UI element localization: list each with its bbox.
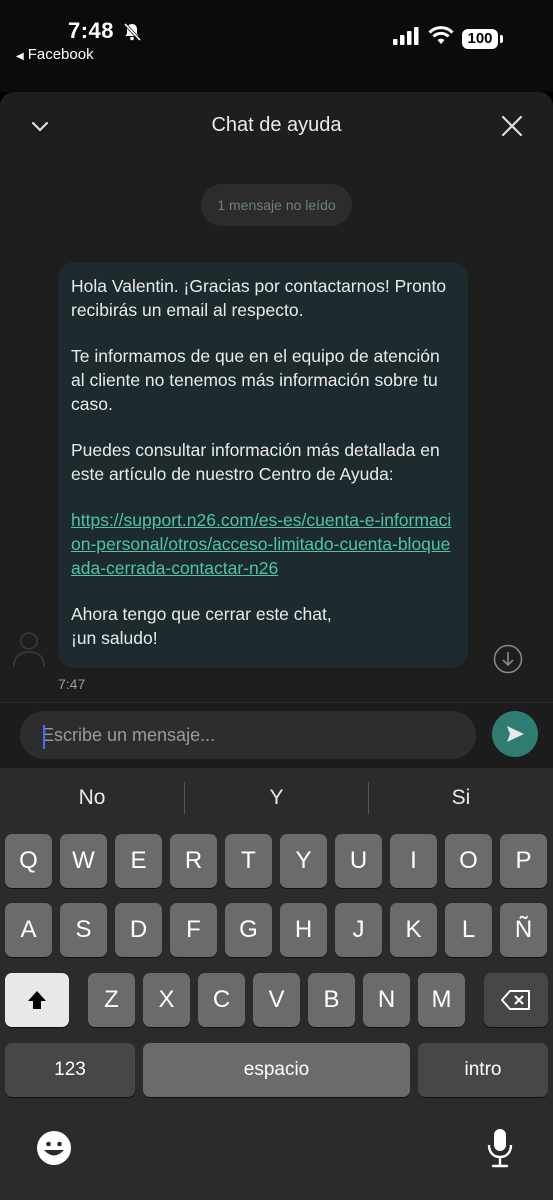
key-h[interactable]: H — [280, 903, 327, 957]
help-article-link[interactable]: https://support.n26.com/es-es/cuenta-e-i… — [71, 510, 451, 578]
send-icon — [507, 726, 524, 742]
scroll-down-icon[interactable] — [493, 644, 523, 674]
key-q[interactable]: Q — [5, 834, 52, 888]
unread-badge: 1 mensaje no leído — [201, 184, 352, 226]
key-c[interactable]: C — [198, 973, 245, 1027]
emoji-icon[interactable] — [36, 1130, 72, 1166]
key-t[interactable]: T — [225, 834, 272, 888]
key-m[interactable]: M — [418, 973, 465, 1027]
key-a[interactable]: A — [5, 903, 52, 957]
key-x[interactable]: X — [143, 973, 190, 1027]
space-key[interactable]: espacio — [143, 1043, 410, 1097]
backspace-key[interactable] — [484, 973, 548, 1027]
key-r[interactable]: R — [170, 834, 217, 888]
key-y[interactable]: Y — [280, 834, 327, 888]
key-b[interactable]: B — [308, 973, 355, 1027]
message-paragraph: Ahora tengo que cerrar este chat, — [71, 604, 332, 624]
key-u[interactable]: U — [335, 834, 382, 888]
mic-icon[interactable] — [486, 1128, 514, 1168]
battery-indicator: 100 — [462, 29, 498, 49]
key-enye[interactable]: Ñ — [500, 903, 547, 957]
key-e[interactable]: E — [115, 834, 162, 888]
send-button[interactable] — [492, 711, 538, 757]
back-to-app-link[interactable]: ◀ Facebook — [16, 46, 94, 63]
help-chat-sheet: Chat de ayuda 1 mensaje no leído Hola Va… — [0, 92, 553, 769]
close-icon[interactable] — [498, 112, 526, 140]
back-app-label: Facebook — [27, 46, 94, 63]
wifi-icon — [428, 26, 454, 44]
message-timestamp: 7:47 — [58, 676, 86, 692]
message-paragraph: Hola Valentin. ¡Gracias por contactarnos… — [71, 276, 447, 320]
shift-icon — [28, 991, 46, 1009]
suggestion-3[interactable]: Si — [369, 768, 553, 828]
message-paragraph: Puedes consultar información más detalla… — [71, 440, 440, 484]
key-j[interactable]: J — [335, 903, 382, 957]
message-composer — [0, 702, 553, 769]
shift-key[interactable] — [5, 973, 69, 1027]
key-o[interactable]: O — [445, 834, 492, 888]
message-input[interactable] — [20, 711, 476, 759]
numbers-key[interactable]: 123 — [5, 1043, 135, 1097]
text-caret — [43, 725, 45, 749]
backspace-icon — [501, 990, 530, 1010]
suggestion-2[interactable]: Y — [185, 768, 368, 828]
bell-slash-icon — [123, 22, 142, 42]
message-paragraph: Te informamos de que en el equipo de ate… — [71, 346, 440, 414]
key-g[interactable]: G — [225, 903, 272, 957]
battery-tip — [500, 35, 503, 43]
key-l[interactable]: L — [445, 903, 492, 957]
suggestion-1[interactable]: No — [0, 768, 184, 828]
key-w[interactable]: W — [60, 834, 107, 888]
key-z[interactable]: Z — [88, 973, 135, 1027]
signal-icon — [393, 27, 419, 45]
status-time: 7:48 — [68, 18, 115, 43]
keyboard: No Y Si Q W E R T Y U I O P A S D F G H … — [0, 768, 553, 1200]
key-v[interactable]: V — [253, 973, 300, 1027]
page-title: Chat de ayuda — [211, 114, 342, 136]
key-n[interactable]: N — [363, 973, 410, 1027]
key-k[interactable]: K — [390, 903, 437, 957]
key-s[interactable]: S — [60, 903, 107, 957]
key-p[interactable]: P — [500, 834, 547, 888]
avatar-icon — [13, 632, 45, 668]
return-key[interactable]: intro — [418, 1043, 548, 1097]
key-i[interactable]: I — [390, 834, 437, 888]
status-bar: 7:48 ◀ Facebook 100 — [0, 0, 553, 92]
message-paragraph: ¡un saludo! — [71, 628, 158, 648]
key-d[interactable]: D — [115, 903, 162, 957]
agent-message-bubble: Hola Valentin. ¡Gracias por contactarnos… — [58, 262, 468, 668]
key-f[interactable]: F — [170, 903, 217, 957]
